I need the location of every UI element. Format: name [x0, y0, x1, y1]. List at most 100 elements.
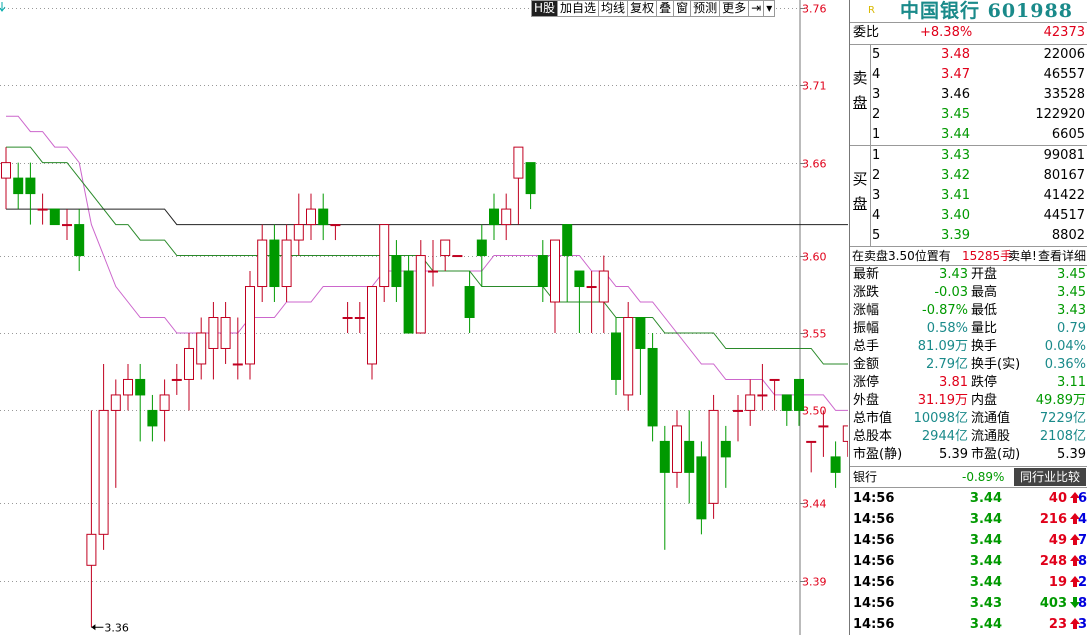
toolbar-item-3[interactable]: 复权 — [628, 0, 658, 17]
buy-level-row[interactable]: 4 3.40 44517 — [850, 206, 1087, 226]
candle-up — [342, 317, 353, 319]
quote-value: 2108亿 — [1039, 429, 1086, 444]
quote-row: 总手 81.09万 换手 0.04% — [850, 338, 1087, 356]
sell-level-row[interactable]: 3 3.46 33528 — [850, 85, 1087, 105]
candle-up — [367, 286, 377, 365]
quote-label: 跌停 — [971, 375, 998, 390]
quote-value: 0.79 — [1057, 321, 1086, 336]
quote-label: 总手 — [853, 339, 880, 354]
candle-down — [135, 378, 146, 396]
level-num: 1 — [872, 127, 881, 142]
industry-compare-button[interactable]: 同行业比较 — [1013, 468, 1086, 486]
candle-down — [684, 440, 695, 473]
toolbar-item-8[interactable]: ⇥ — [749, 0, 765, 17]
candle-up — [245, 286, 255, 365]
candle-up — [354, 317, 365, 319]
candle-up — [513, 146, 524, 179]
candle-down — [318, 208, 329, 226]
quote-value: 2944亿 — [921, 429, 968, 444]
level-num: 5 — [872, 47, 881, 62]
toolbar-item-9[interactable]: ▾ — [764, 0, 776, 17]
stock-title[interactable]: 中国银行 601988 — [900, 0, 1073, 22]
big-order-row[interactable]: 在卖盘3.50位置有 15285手 卖单! 查看详细 — [850, 247, 1087, 266]
candle-up — [440, 239, 451, 257]
candle-up — [110, 394, 121, 411]
quote-row: 涨跌 -0.03 最高 3.45 — [850, 284, 1087, 302]
tick-time: 14:56 — [853, 596, 895, 611]
level-price: 3.43 — [941, 148, 970, 163]
toolbar-item-2[interactable]: 均线 — [599, 0, 629, 17]
tick-count: 4 — [1078, 512, 1087, 527]
tick-list[interactable]: 14:56 3.44 40 6 14:56 3.44 216 4 14:56 3.44 49 7 14:… — [850, 488, 1087, 635]
level-num: 3 — [872, 87, 881, 102]
buy-level-row[interactable]: 2 3.42 80167 — [850, 166, 1087, 186]
y-tick-label: 3.44 — [802, 498, 827, 511]
quote-label: 换手 — [971, 339, 998, 354]
order-detail-link[interactable]: 查看详细 — [1038, 247, 1086, 265]
buy-level-row[interactable]: 3 3.41 41422 — [850, 186, 1087, 206]
tick-volume-text: 19 — [1048, 575, 1067, 590]
candle-up — [708, 409, 719, 504]
sell-level-row[interactable]: 2 3.45 122920 — [850, 105, 1087, 125]
tick-price: 3.44 — [969, 617, 1002, 632]
quote-label: 涨跌 — [853, 285, 880, 300]
toolbar-item-4[interactable]: 叠 — [657, 0, 675, 17]
quote-label: 最高 — [971, 285, 998, 300]
tick-count: 2 — [1078, 575, 1087, 590]
tick-volume-text: 216 — [1039, 512, 1067, 527]
candle-down — [476, 239, 487, 257]
toolbar-item-6[interactable]: 预测 — [691, 0, 721, 17]
kline-chart[interactable]: 3.76 3.71 3.66 3.60 3.55 3.50 3.44 3.39 3.36 — [0, 0, 848, 635]
candle-down — [562, 224, 573, 257]
y-tick-label: 3.60 — [802, 251, 827, 264]
buy-book: 买盘 1 3.43 99081 2 3.42 80167 3 3.41 41422 4 3.40 445… — [850, 146, 1087, 247]
chart-toolbar: H股 加自选 均线 复权叠窗预测 更多 ⇥ ▾ — [531, 0, 776, 17]
sell-level-row[interactable]: 4 3.47 46557 — [850, 65, 1087, 85]
tick-time: 14:56 — [853, 575, 895, 590]
quote-value: 3.43 — [1057, 303, 1086, 318]
candle-down — [830, 456, 841, 473]
candle-down — [25, 177, 36, 195]
toolbar-item-0[interactable]: H股 — [531, 0, 559, 17]
toolbar-item-5[interactable]: 窗 — [674, 0, 692, 17]
tick-price: 3.44 — [969, 491, 1002, 506]
sell-level-row[interactable]: 1 3.44 6605 — [850, 125, 1087, 145]
weibi-row: 委比 +8.38% 42373 — [850, 23, 1087, 45]
candle-up — [757, 394, 768, 397]
tick-volume: 40 — [1000, 488, 1080, 509]
toolbar-item-1[interactable]: 加自选 — [558, 0, 600, 17]
candle-up — [818, 425, 829, 428]
y-tick-label: 3.50 — [802, 405, 827, 418]
candle-up — [220, 317, 231, 349]
level-volume: 8802 — [1051, 228, 1085, 243]
buy-level-row[interactable]: 5 3.39 8802 — [850, 226, 1087, 246]
candle-up — [159, 394, 170, 411]
y-tick-label: 3.66 — [802, 158, 827, 171]
candle-down — [659, 440, 670, 473]
order-label: 卖单! — [1008, 249, 1037, 263]
tick-price: 3.44 — [969, 533, 1002, 548]
candle-up — [86, 533, 97, 566]
toolbar-item-7[interactable]: 更多 — [720, 0, 750, 17]
tick-count: 3 — [1078, 617, 1087, 632]
candle-down — [13, 177, 24, 195]
level-price: 3.39 — [941, 228, 970, 243]
tick-row: 14:56 3.44 49 7 — [850, 530, 1087, 551]
candle-up — [37, 208, 48, 211]
level-price: 3.46 — [941, 87, 970, 102]
level-num: 5 — [872, 228, 881, 243]
candle-down — [781, 394, 792, 411]
candle-down — [489, 208, 499, 226]
quote-label: 金额 — [853, 357, 880, 372]
level-num: 4 — [872, 67, 881, 82]
quote-value: -0.87% — [922, 303, 968, 318]
tick-volume-text: 40 — [1048, 491, 1067, 506]
low-marker-label: 3.36 — [104, 621, 128, 634]
sell-level-row[interactable]: 5 3.48 22006 — [850, 45, 1087, 65]
quote-row: 最新 3.43 开盘 3.45 — [850, 266, 1087, 284]
candle-up — [598, 270, 609, 303]
candle-down — [611, 332, 621, 380]
low-marker-arrow — [91, 624, 96, 631]
buy-level-row[interactable]: 1 3.43 99081 — [850, 146, 1087, 166]
tick-price: 3.44 — [969, 575, 1002, 590]
